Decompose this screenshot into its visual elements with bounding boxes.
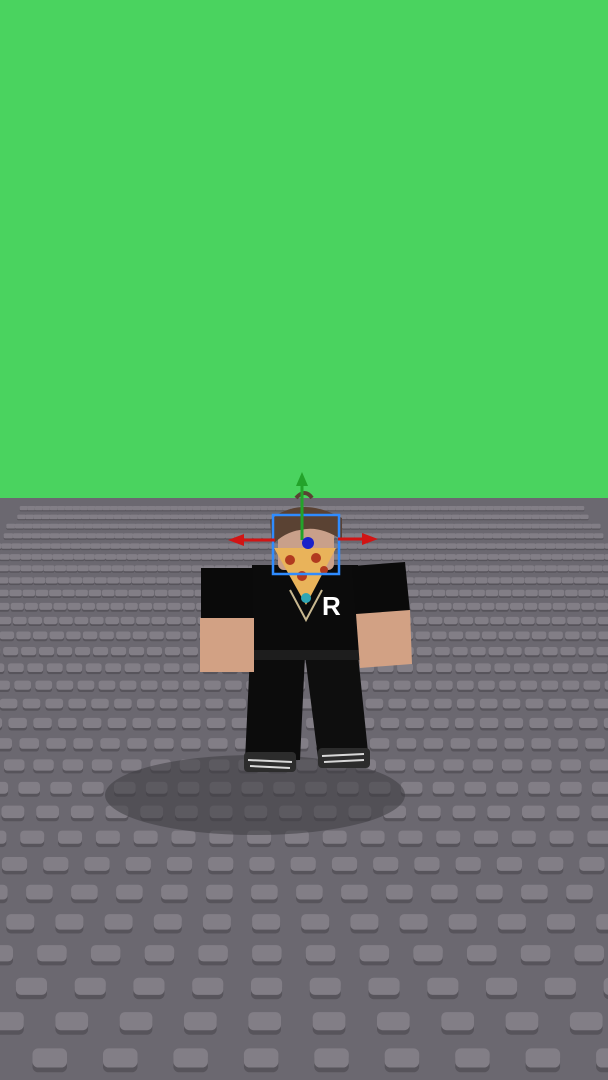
y-axis-arrow-icon bbox=[296, 472, 308, 486]
left-hand bbox=[200, 618, 254, 672]
belt bbox=[250, 650, 360, 660]
pepperoni-1 bbox=[285, 555, 295, 565]
right-shoe bbox=[318, 748, 370, 768]
right-sleeve bbox=[352, 562, 410, 615]
hair-curl bbox=[294, 491, 314, 500]
game-viewport[interactable]: R bbox=[0, 0, 608, 1080]
x-axis-arrow-left-icon bbox=[228, 534, 244, 546]
right-hand bbox=[356, 610, 412, 668]
necklace-gem bbox=[301, 593, 311, 603]
shirt-logo: R bbox=[322, 591, 341, 621]
pepperoni-3 bbox=[297, 571, 307, 581]
avatar-layer: R bbox=[105, 472, 412, 835]
avatar[interactable]: R bbox=[200, 491, 412, 772]
x-axis-arrow-right-icon bbox=[362, 533, 378, 545]
left-sleeve bbox=[201, 568, 253, 620]
z-axis-handle bbox=[302, 537, 314, 549]
pepperoni-2 bbox=[311, 553, 321, 563]
right-leg bbox=[305, 655, 368, 758]
